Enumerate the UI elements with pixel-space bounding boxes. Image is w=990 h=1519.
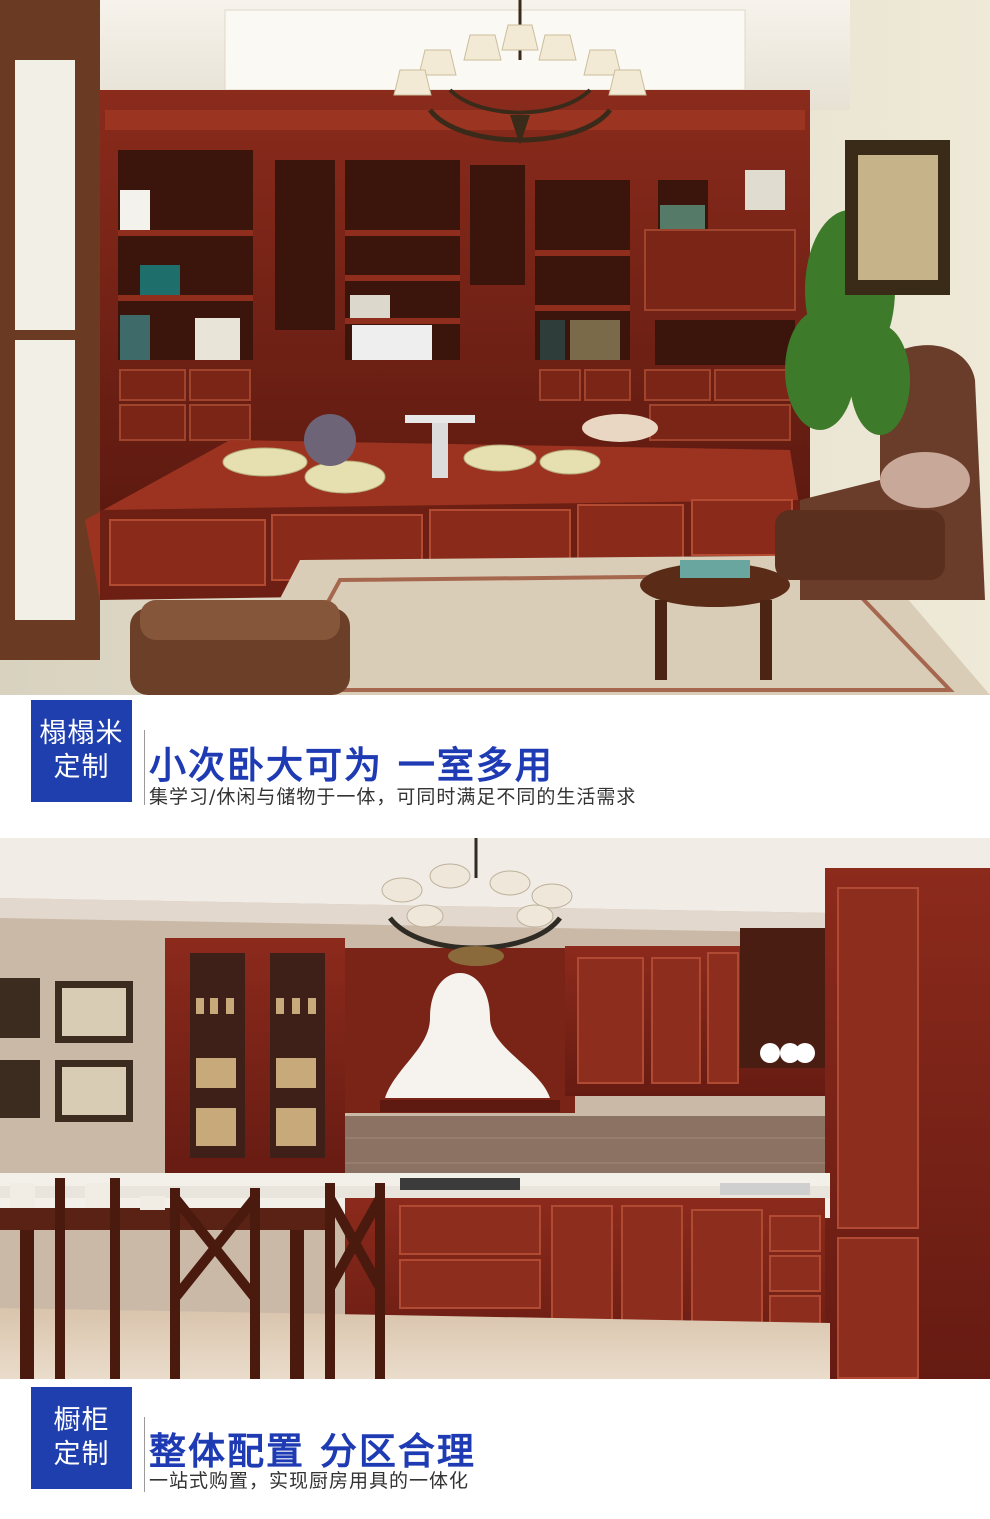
kitchen-badge-line1: 橱柜 — [53, 1405, 110, 1436]
kitchen-caption: 橱柜 定制 整体配置 分区合理 一站式购置，实现厨房用具的一体化 — [0, 1379, 990, 1519]
tatami-divider — [144, 730, 145, 805]
kitchen-photo — [0, 838, 990, 1379]
kitchen-badge: 橱柜 定制 — [31, 1387, 132, 1489]
tatami-caption: 榻榻米 定制 小次卧大可为 一室多用 集学习/休闲与储物于一体，可同时满足不同的… — [0, 695, 990, 815]
tatami-badge: 榻榻米 定制 — [31, 700, 132, 802]
kitchen-divider — [144, 1417, 145, 1492]
tatami-room-photo — [0, 0, 990, 695]
tatami-subline: 集学习/休闲与储物于一体，可同时满足不同的生活需求 — [149, 786, 637, 808]
tatami-badge-line1: 榻榻米 — [39, 718, 124, 749]
kitchen-badge-line2: 定制 — [53, 1439, 110, 1470]
kitchen-subline: 一站式购置，实现厨房用具的一体化 — [149, 1470, 470, 1492]
tatami-headline: 小次卧大可为 一室多用 — [149, 744, 554, 787]
tatami-badge-line2: 定制 — [53, 752, 110, 783]
